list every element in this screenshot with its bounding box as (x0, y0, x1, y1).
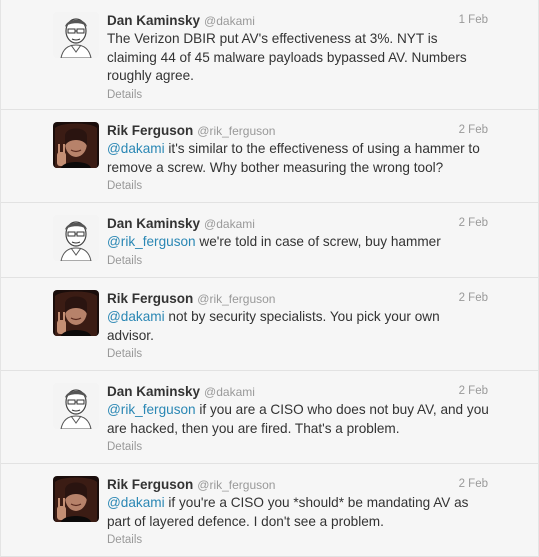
tweet-header: Dan Kaminsky @dakami (107, 12, 490, 29)
details-link[interactable]: Details (107, 532, 490, 557)
mention-link[interactable]: @dakami (107, 495, 165, 510)
tweet-body: we're told in case of screw, buy hammer (195, 234, 441, 249)
details-link[interactable]: Details (107, 346, 490, 372)
tweet-item[interactable]: Dan Kaminsky @dakami 1 Feb The Verizon DB… (1, 0, 538, 110)
author-handle[interactable]: @dakami (204, 217, 255, 231)
tweet-item[interactable]: Dan Kaminsky @dakami 2 Feb @rik_ferguson … (1, 371, 538, 464)
tweet-date[interactable]: 2 Feb (459, 290, 488, 307)
tweet-item[interactable]: Rik Ferguson @rik_ferguson 2 Feb @dakami … (1, 278, 538, 371)
tweet-date[interactable]: 1 Feb (459, 12, 488, 29)
tweet-header: Rik Ferguson @rik_ferguson (107, 122, 490, 139)
avatar[interactable] (53, 122, 99, 168)
author-name[interactable]: Rik Ferguson (107, 477, 193, 492)
avatar[interactable] (53, 476, 99, 522)
author-handle[interactable]: @rik_ferguson (197, 124, 275, 138)
tweet-text: @dakami not by security specialists. You… (107, 308, 490, 345)
avatar[interactable] (53, 383, 99, 429)
tweet-text: @dakami it's similar to the effectivenes… (107, 140, 490, 177)
tweet-body: The Verizon DBIR put AV's effectiveness … (107, 31, 467, 83)
tweet-text: @rik_ferguson if you are a CISO who does… (107, 401, 490, 438)
mention-link[interactable]: @rik_ferguson (107, 402, 196, 417)
avatar[interactable] (53, 215, 99, 261)
tweet-item[interactable]: Rik Ferguson @rik_ferguson 2 Feb @dakami … (1, 110, 538, 203)
dan-kaminsky-avatar-icon (53, 12, 99, 58)
tweet-date[interactable]: 2 Feb (459, 383, 488, 400)
avatar[interactable] (53, 290, 99, 336)
author-handle[interactable]: @dakami (204, 385, 255, 399)
tweet-header: Rik Ferguson @rik_ferguson (107, 476, 490, 493)
tweet-date[interactable]: 2 Feb (459, 122, 488, 139)
author-name[interactable]: Rik Ferguson (107, 123, 193, 138)
rik-ferguson-avatar-icon (53, 122, 99, 168)
details-link[interactable]: Details (107, 253, 490, 279)
author-handle[interactable]: @rik_ferguson (197, 478, 275, 492)
author-handle[interactable]: @rik_ferguson (197, 292, 275, 306)
details-link[interactable]: Details (107, 178, 490, 204)
mention-link[interactable]: @rik_ferguson (107, 234, 196, 249)
dan-kaminsky-avatar-icon (53, 383, 99, 429)
mention-link[interactable]: @dakami (107, 141, 165, 156)
tweet-date[interactable]: 2 Feb (459, 215, 488, 232)
author-name[interactable]: Dan Kaminsky (107, 384, 200, 399)
tweet-timeline: Dan Kaminsky @dakami 1 Feb The Verizon DB… (0, 0, 539, 557)
details-link[interactable]: Details (107, 439, 490, 465)
tweet-text: @rik_ferguson we're told in case of scre… (107, 233, 490, 252)
author-handle[interactable]: @dakami (204, 14, 255, 28)
tweet-text: @dakami if you're a CISO you *should* be… (107, 494, 490, 531)
author-name[interactable]: Dan Kaminsky (107, 216, 200, 231)
tweet-item[interactable]: Rik Ferguson @rik_ferguson 2 Feb @dakami … (1, 464, 538, 557)
rik-ferguson-avatar-icon (53, 476, 99, 522)
tweet-item[interactable]: Dan Kaminsky @dakami 2 Feb @rik_ferguson … (1, 203, 538, 278)
author-name[interactable]: Rik Ferguson (107, 291, 193, 306)
details-link[interactable]: Details (107, 87, 490, 113)
avatar[interactable] (53, 12, 99, 58)
dan-kaminsky-avatar-icon (53, 215, 99, 261)
tweet-date[interactable]: 2 Feb (459, 476, 488, 493)
tweet-header: Dan Kaminsky @dakami (107, 383, 490, 400)
tweet-text: The Verizon DBIR put AV's effectiveness … (107, 30, 490, 86)
tweet-header: Dan Kaminsky @dakami (107, 215, 490, 232)
rik-ferguson-avatar-icon (53, 290, 99, 336)
tweet-header: Rik Ferguson @rik_ferguson (107, 290, 490, 307)
author-name[interactable]: Dan Kaminsky (107, 13, 200, 28)
mention-link[interactable]: @dakami (107, 309, 165, 324)
